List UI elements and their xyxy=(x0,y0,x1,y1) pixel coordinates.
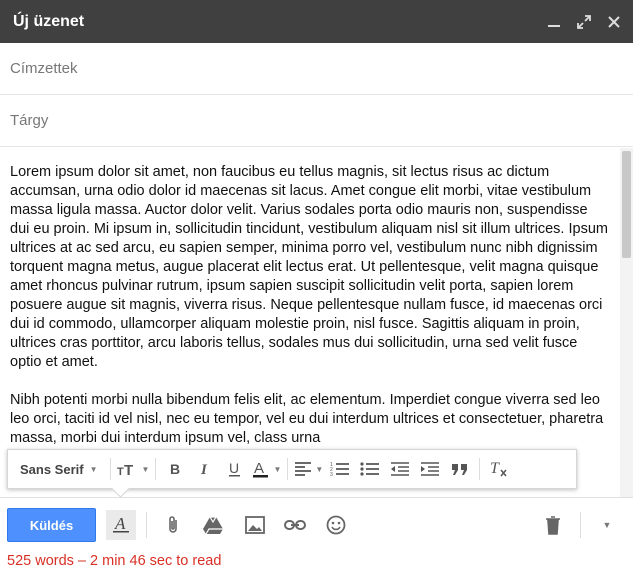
align-left-icon xyxy=(295,462,312,476)
svg-text:B: B xyxy=(170,461,180,477)
quote-button[interactable] xyxy=(445,454,475,484)
bold-icon: B xyxy=(170,461,180,477)
insert-photo-button[interactable] xyxy=(240,510,270,540)
link-icon xyxy=(284,520,306,530)
minimize-icon[interactable] xyxy=(545,13,563,31)
svg-text:A: A xyxy=(254,460,264,477)
decrease-indent-button[interactable] xyxy=(385,454,415,484)
emoji-icon xyxy=(326,515,346,535)
chevron-down-icon: ▼ xyxy=(273,464,282,474)
compose-titlebar: Új üzenet xyxy=(0,0,633,43)
subject-row xyxy=(0,95,633,147)
body-paragraph: Nibh potenti morbi nulla bibendum felis … xyxy=(10,392,604,446)
insert-emoji-button[interactable] xyxy=(321,510,351,540)
toolbar-divider xyxy=(155,458,157,480)
indent-icon xyxy=(421,462,440,476)
italic-icon: I xyxy=(200,462,208,477)
toolbar-divider xyxy=(146,512,147,538)
font-size-icon: TT xyxy=(117,462,133,477)
send-button[interactable]: Küldés xyxy=(7,508,96,542)
svg-text:U: U xyxy=(229,461,239,476)
scrollbar-thumb[interactable] xyxy=(622,151,631,258)
numbered-list-button[interactable]: 123 xyxy=(325,454,355,484)
insert-link-button[interactable] xyxy=(280,510,310,540)
bold-button[interactable]: B xyxy=(160,454,190,484)
svg-text:A: A xyxy=(114,515,126,533)
svg-text:T: T xyxy=(124,462,133,477)
recipients-input[interactable] xyxy=(10,60,610,77)
bulleted-list-icon xyxy=(360,462,380,476)
discard-draft-button[interactable] xyxy=(538,510,568,540)
increase-indent-button[interactable] xyxy=(415,454,445,484)
photo-icon xyxy=(245,516,265,534)
subject-input[interactable] xyxy=(10,112,610,129)
trash-icon xyxy=(546,516,560,535)
align-button[interactable]: ▼ xyxy=(292,454,325,484)
recipients-row xyxy=(0,43,633,95)
outdent-icon xyxy=(391,462,410,476)
font-size-button[interactable]: TT ▼ xyxy=(115,454,152,484)
text-color-button[interactable]: A ▼ xyxy=(250,454,283,484)
message-body[interactable]: Lorem ipsum dolor sit amet, non faucibus… xyxy=(0,148,633,498)
font-family-select[interactable]: Sans Serif ▼ xyxy=(12,462,106,477)
window-title: Új üzenet xyxy=(13,12,85,30)
toolbar-divider xyxy=(479,458,481,480)
body-scrollbar[interactable] xyxy=(620,148,633,498)
formatting-toolbar: Sans Serif ▼ TT ▼ B I U A ▼ ▼ 123 T xyxy=(7,449,577,489)
svg-text:3: 3 xyxy=(330,472,333,477)
svg-text:T: T xyxy=(490,460,500,477)
chevron-down-icon: ▼ xyxy=(602,520,612,530)
insert-drive-button[interactable] xyxy=(198,510,228,540)
svg-text:T: T xyxy=(117,466,124,477)
word-count-status: 525 words – 2 min 46 sec to read xyxy=(7,553,222,569)
svg-text:I: I xyxy=(200,462,208,477)
chevron-down-icon: ▼ xyxy=(315,464,324,474)
italic-button[interactable]: I xyxy=(190,454,220,484)
drive-icon xyxy=(203,516,223,534)
more-options-button[interactable]: ▼ xyxy=(592,510,622,540)
formatting-options-button[interactable]: A xyxy=(106,510,136,540)
text-format-icon: A xyxy=(113,515,129,533)
body-paragraph: Lorem ipsum dolor sit amet, non faucibus… xyxy=(10,164,608,370)
bulleted-list-button[interactable] xyxy=(355,454,385,484)
message-body-text[interactable]: Lorem ipsum dolor sit amet, non faucibus… xyxy=(10,163,610,467)
clear-format-icon: T xyxy=(490,460,507,477)
toolbar-divider xyxy=(580,512,581,538)
expand-icon[interactable] xyxy=(575,13,593,31)
toolbar-divider xyxy=(287,458,289,480)
font-family-label: Sans Serif xyxy=(20,461,84,477)
remove-formatting-button[interactable]: T xyxy=(484,454,514,484)
window-controls xyxy=(545,0,623,43)
chevron-down-icon: ▼ xyxy=(141,464,150,474)
compose-bottom-bar: Küldés A ▼ xyxy=(0,497,633,553)
numbered-list-icon: 123 xyxy=(330,462,350,477)
paperclip-icon xyxy=(169,516,177,533)
underline-icon: U xyxy=(229,461,241,477)
quote-icon xyxy=(452,464,468,475)
attach-files-button[interactable] xyxy=(158,510,188,540)
chevron-down-icon: ▼ xyxy=(89,464,98,474)
underline-button[interactable]: U xyxy=(220,454,250,484)
toolbar-divider xyxy=(109,458,111,480)
close-icon[interactable] xyxy=(605,13,623,31)
text-color-icon: A xyxy=(253,460,269,478)
